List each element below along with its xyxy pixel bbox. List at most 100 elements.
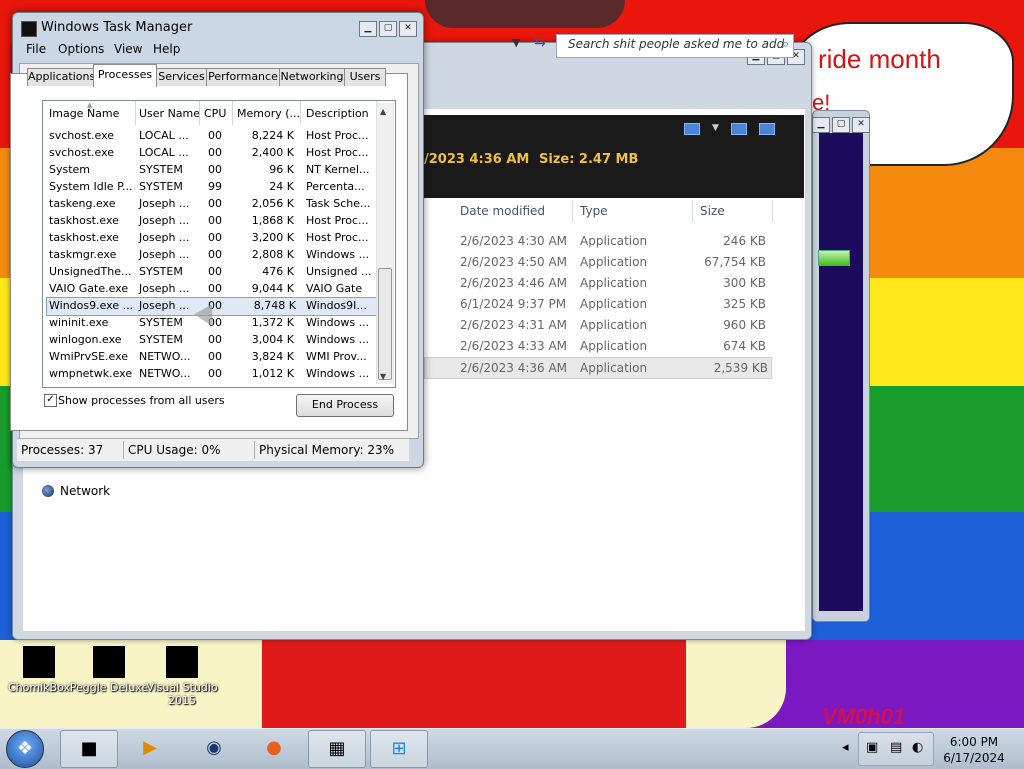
- table-row[interactable]: wmpnetwk.exe NETWO... 00 1,012 K Windows ...: [46, 366, 376, 383]
- column-memory[interactable]: Memory (...: [237, 107, 300, 120]
- taskbar-item-media-player[interactable]: ▶: [122, 730, 178, 766]
- tab-services[interactable]: Services: [156, 68, 207, 86]
- status-processes: Processes: 37: [21, 443, 104, 457]
- table-row[interactable]: winlogon.exe SYSTEM 00 3,004 K Windows ...: [46, 332, 376, 349]
- desktop-icon-visual-studio[interactable]: Visual Studio 2015: [140, 642, 224, 707]
- task-manager-icon: [21, 21, 37, 37]
- scrollbar-thumb[interactable]: [378, 268, 392, 380]
- file-type: Application: [580, 297, 648, 311]
- close-icon[interactable]: ✕: [399, 21, 417, 37]
- table-row[interactable]: svchost.exe LOCAL ... 00 8,224 K Host Proc..…: [46, 128, 376, 145]
- view-options[interactable]: ▼: [684, 123, 775, 135]
- table-row[interactable]: taskeng.exe Joseph ... 00 2,056 K Task Sche.…: [46, 196, 376, 213]
- column-image-name[interactable]: Image Name: [49, 107, 119, 120]
- maximize-icon[interactable]: ▢: [832, 117, 850, 133]
- table-row[interactable]: taskmgr.exe Joseph ... 00 2,808 K Windows ..…: [46, 247, 376, 264]
- network-icon: [42, 485, 54, 497]
- progress-bar: [818, 250, 850, 266]
- file-row[interactable]: 2/6/2023 4:31 AM Application 960 KB: [424, 315, 770, 335]
- network-tray-icon[interactable]: ▤: [890, 740, 902, 755]
- minimize-icon[interactable]: ▁: [359, 21, 377, 37]
- search-icon[interactable]: ⌕: [782, 37, 789, 52]
- minimize-icon[interactable]: ▁: [812, 117, 830, 133]
- table-row[interactable]: UnsignedThe... SYSTEM 00 476 K Unsigned ...: [46, 264, 376, 281]
- show-hidden-icons-icon[interactable]: ◂: [842, 740, 849, 755]
- menu-bar: File Options View Help: [13, 40, 423, 60]
- tab-applications[interactable]: Applications: [27, 68, 95, 86]
- tab-users[interactable]: Users: [344, 68, 386, 86]
- file-row-selected[interactable]: 2/6/2023 4:36 AM Application 2,539 KB: [424, 357, 772, 379]
- chevron-down-icon[interactable]: ▼: [512, 36, 520, 49]
- taskbar-item-task-manager[interactable]: ▦: [308, 730, 366, 768]
- nav-network-label: Network: [60, 484, 111, 498]
- column-description[interactable]: Description: [306, 107, 369, 120]
- windows-icon: ⊞: [391, 738, 407, 759]
- table-row[interactable]: System Idle P... SYSTEM 99 24 K Percenta...: [46, 179, 376, 196]
- menu-options[interactable]: Options: [58, 42, 104, 56]
- task-manager-icon: ▦: [328, 738, 346, 759]
- column-type[interactable]: Type: [580, 204, 608, 218]
- background-window[interactable]: [812, 110, 870, 622]
- watermark: VM0h01: [822, 704, 906, 729]
- tab-processes[interactable]: Processes: [93, 64, 157, 87]
- details-date: /2023 4:36 AM: [424, 152, 530, 167]
- column-size[interactable]: Size: [700, 204, 725, 218]
- file-row[interactable]: 2/6/2023 4:50 AM Application 67,754 KB: [424, 252, 770, 272]
- table-row[interactable]: WmiPrvSE.exe NETWO... 00 3,824 K WMI Prov...: [46, 349, 376, 366]
- terminal-icon: ■: [80, 738, 98, 759]
- file-date: 2/6/2023 4:46 AM: [460, 276, 568, 290]
- file-row[interactable]: 2/6/2023 4:30 AM Application 246 KB: [424, 231, 770, 251]
- table-row[interactable]: VAIO Gate.exe Joseph ... 00 9,044 K VAIO Gat…: [46, 281, 376, 298]
- taskbar-item-windows[interactable]: ⊞: [370, 730, 428, 768]
- sort-ascending-icon: ▲: [87, 101, 93, 109]
- column-user-name[interactable]: User Name: [139, 107, 200, 120]
- file-type: Application: [580, 234, 648, 248]
- refresh-icon[interactable]: ⇆: [534, 34, 546, 50]
- scroll-up-icon[interactable]: ▲: [380, 107, 386, 116]
- taskbar-item-firefox[interactable]: ●: [246, 730, 302, 766]
- maximize-icon[interactable]: ▢: [379, 21, 397, 37]
- window-title: Windows Task Manager: [41, 20, 193, 35]
- tab-networking[interactable]: Networking: [279, 68, 345, 86]
- windows-logo-icon: ❖: [16, 738, 34, 759]
- preview-pane-icon[interactable]: [730, 123, 747, 135]
- background-window-title-buttons: ▁ ▢ ✕: [812, 117, 870, 133]
- clock-time: 6:00 PM: [949, 735, 999, 749]
- start-button[interactable]: ❖: [6, 730, 44, 768]
- menu-file[interactable]: File: [26, 42, 46, 56]
- volume-icon[interactable]: ◐: [912, 740, 923, 755]
- taskbar-clock[interactable]: 6:00 PM 6/17/2024: [938, 734, 1010, 766]
- menu-help[interactable]: Help: [153, 42, 180, 56]
- table-row[interactable]: System SYSTEM 00 96 K NT Kernel...: [46, 162, 376, 179]
- table-row[interactable]: taskhost.exe Joseph ... 00 1,868 K Host Proc…: [46, 213, 376, 230]
- column-date-modified[interactable]: Date modified: [460, 204, 545, 218]
- tray-app-icon[interactable]: ▣: [866, 740, 878, 755]
- nav-network[interactable]: Network: [42, 484, 110, 498]
- show-all-users-checkbox[interactable]: ✓: [44, 394, 57, 407]
- table-row[interactable]: svchost.exe LOCAL ... 00 2,400 K Host Proc..…: [46, 145, 376, 162]
- speech-bubble-text: ride month: [818, 44, 941, 74]
- view-icon[interactable]: [684, 123, 700, 135]
- column-cpu[interactable]: CPU: [204, 107, 226, 120]
- taskbar-item-globe[interactable]: ◉: [186, 730, 242, 766]
- menu-view[interactable]: View: [114, 42, 142, 56]
- table-row[interactable]: taskhost.exe Joseph ... 00 3,200 K Host Proc…: [46, 230, 376, 247]
- file-date: 2/6/2023 4:30 AM: [460, 234, 568, 248]
- end-process-button[interactable]: End Process: [296, 394, 394, 417]
- status-cpu: CPU Usage: 0%: [128, 443, 221, 457]
- file-size: 325 KB: [723, 297, 766, 311]
- file-size: 67,754 KB: [704, 255, 766, 269]
- close-icon[interactable]: ✕: [852, 117, 870, 133]
- tab-performance[interactable]: Performance: [206, 68, 280, 86]
- scroll-down-icon[interactable]: ▼: [380, 372, 386, 381]
- desktop-icon-label: Visual Studio 2015: [146, 681, 218, 707]
- file-row[interactable]: 6/1/2024 9:37 PM Application 325 KB: [424, 294, 770, 314]
- file-row[interactable]: 2/6/2023 4:33 AM Application 674 KB: [424, 336, 770, 356]
- file-type: Application: [580, 361, 648, 375]
- chevron-down-icon[interactable]: ▼: [712, 123, 719, 135]
- show-all-users-label[interactable]: Show processes from all users: [58, 394, 225, 407]
- file-row[interactable]: 2/6/2023 4:46 AM Application 300 KB: [424, 273, 770, 293]
- file-size: 674 KB: [723, 339, 766, 353]
- taskbar-item-terminal[interactable]: ■: [60, 730, 118, 768]
- help-icon[interactable]: [758, 123, 775, 135]
